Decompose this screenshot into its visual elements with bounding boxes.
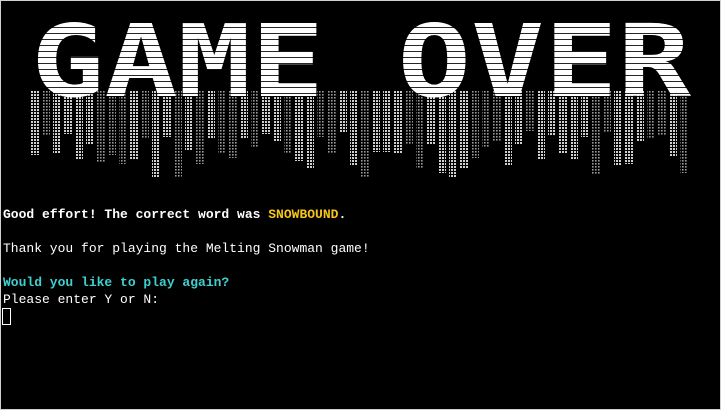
input-prompt: Please enter Y or N: <box>3 292 160 307</box>
banner-text: GAME OVER <box>31 3 692 120</box>
terminal-window[interactable]: GAME OVER Good effort! The correct word … <box>0 0 721 410</box>
banner-letters: GAME OVER <box>31 3 692 120</box>
play-again-question: Would you like to play again? <box>3 275 230 290</box>
thanks-message: Thank you for playing the Melting Snowma… <box>3 241 370 256</box>
correct-word: SNOWBOUND <box>268 207 339 222</box>
result-prefix: Good effort! The correct word was <box>3 207 269 222</box>
result-suffix: . <box>338 207 347 222</box>
game-over-banner: GAME OVER <box>1 1 720 181</box>
text-cursor[interactable] <box>2 308 11 325</box>
result-line: Good effort! The correct word was SNOWBO… <box>3 207 346 222</box>
game-over-ascii-art: GAME OVER <box>26 3 696 178</box>
